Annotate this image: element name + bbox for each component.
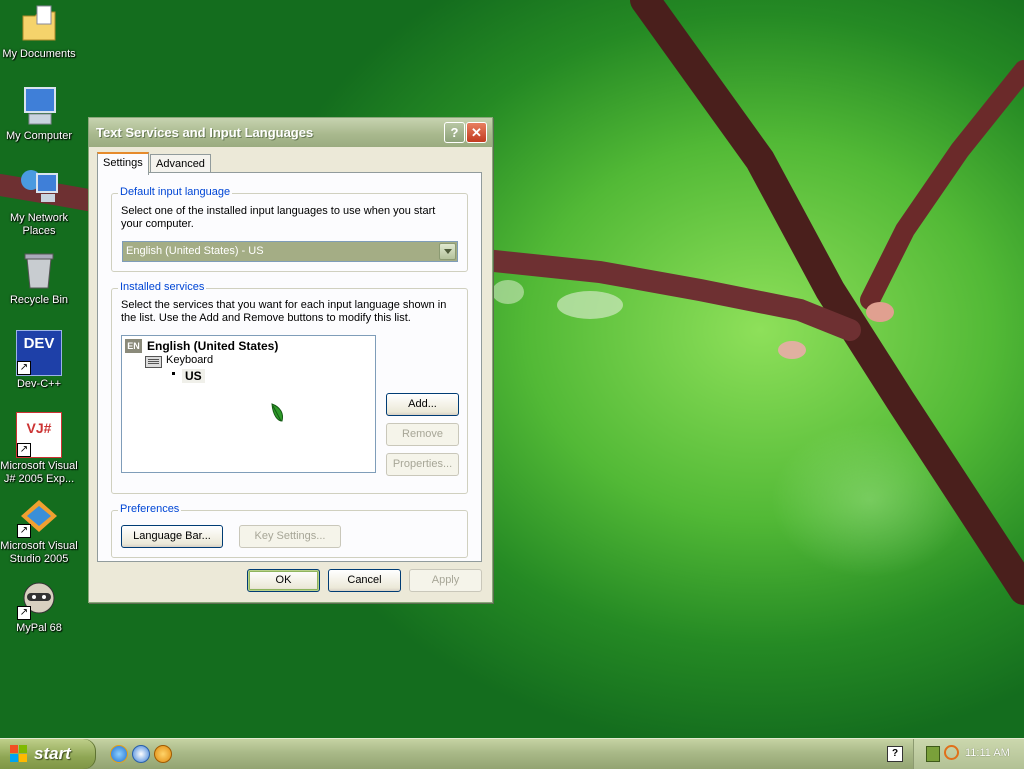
desktop-icon-label: Recycle Bin (9, 294, 69, 306)
desktop-icon-label: My Documents (2, 48, 76, 60)
cancel-button[interactable]: Cancel (328, 569, 401, 592)
dev-cpp-icon: DEV ↗ (16, 330, 62, 376)
tree-item-keyboard[interactable]: Keyboard (166, 354, 213, 366)
preferences-group: Preferences Language Bar... Key Settings… (111, 503, 468, 558)
taskbar: start ? 11:11 AM (0, 738, 1024, 769)
desktop-icon-my-computer[interactable]: My Computer (0, 84, 79, 143)
help-tray-icon[interactable]: ? (887, 746, 903, 762)
bullet-icon (172, 372, 175, 375)
remove-button[interactable]: Remove (386, 423, 459, 446)
chevron-down-icon[interactable] (439, 243, 456, 260)
shortcut-arrow-icon: ↗ (17, 606, 31, 620)
group-title: Preferences (118, 503, 182, 515)
desktop-icon-label: My Network Places (9, 212, 69, 237)
desktop-icon-label: Dev-C++ (16, 378, 62, 390)
keyboard-icon (145, 356, 162, 368)
desktop-icon-label: My Computer (5, 130, 73, 142)
group-title: Default input language (118, 186, 233, 198)
selected-language: English (United States) - US (126, 245, 264, 257)
ok-button[interactable]: OK (247, 569, 320, 592)
default-language-select[interactable]: English (United States) - US (122, 241, 458, 262)
folder-icon (17, 2, 61, 46)
language-tray-icon[interactable] (926, 746, 940, 762)
tab-advanced[interactable]: Advanced (150, 154, 211, 173)
shortcut-arrow-icon: ↗ (17, 443, 31, 457)
clock[interactable]: 11:11 AM (965, 747, 1010, 759)
services-tree[interactable]: EN English (United States) Keyboard US (121, 335, 376, 473)
tree-item-us[interactable]: US (182, 369, 205, 383)
desktop-icon-my-documents[interactable]: My Documents (0, 2, 79, 61)
email-icon[interactable] (132, 745, 150, 763)
language-bar-button[interactable]: Language Bar... (121, 525, 223, 548)
dialog-titlebar[interactable]: Text Services and Input Languages ? ✕ (89, 118, 492, 147)
recycle-bin-icon (17, 248, 61, 292)
system-tray: 11:11 AM (913, 739, 1024, 769)
desktop-icon-label: Microsoft Visual Studio 2005 (0, 540, 78, 565)
desktop-icon-label: MyPal 68 (16, 622, 62, 634)
tree-item-language[interactable]: English (United States) (147, 339, 278, 353)
group-title: Installed services (118, 281, 207, 293)
desktop-icon-label: Microsoft Visual J# 2005 Exp... (0, 460, 78, 485)
text-services-dialog: Text Services and Input Languages ? ✕ Se… (88, 117, 493, 603)
windows-logo-icon (10, 745, 27, 762)
key-settings-button[interactable]: Key Settings... (239, 525, 341, 548)
desktop-icon-mypal[interactable]: ↗ MyPal 68 (0, 576, 79, 635)
desktop-icon-dev-cpp[interactable]: DEV ↗ Dev-C++ (0, 330, 79, 391)
help-button[interactable]: ? (444, 122, 465, 143)
shortcut-arrow-icon: ↗ (17, 524, 31, 538)
desktop-icon-recycle-bin[interactable]: Recycle Bin (0, 248, 79, 307)
network-icon (17, 166, 61, 210)
internet-explorer-icon[interactable] (110, 745, 128, 763)
raccoon-icon: ↗ (17, 576, 61, 620)
group-description: Select the services that you want for ea… (121, 299, 447, 324)
computer-icon (17, 84, 61, 128)
media-player-icon[interactable] (154, 745, 172, 763)
desktop-icon-my-network-places[interactable]: My Network Places (0, 166, 79, 238)
properties-button[interactable]: Properties... (386, 453, 459, 476)
group-description: Select one of the installed input langua… (121, 205, 436, 230)
close-button[interactable]: ✕ (466, 122, 487, 143)
start-label: start (34, 744, 71, 763)
default-input-language-group: Default input language Select one of the… (111, 186, 468, 272)
search-icon[interactable] (944, 745, 959, 760)
settings-panel: Default input language Select one of the… (97, 172, 482, 562)
desktop-icon-visual-studio[interactable]: ↗ Microsoft Visual Studio 2005 (0, 494, 79, 566)
add-button[interactable]: Add... (386, 393, 459, 416)
desktop-icon-visual-jsharp[interactable]: VJ# ↗ Microsoft Visual J# 2005 Exp... (0, 412, 79, 486)
visual-jsharp-icon: VJ# ↗ (16, 412, 62, 458)
apply-button[interactable]: Apply (409, 569, 482, 592)
dialog-title: Text Services and Input Languages (96, 125, 314, 140)
visual-studio-icon: ↗ (17, 494, 61, 538)
installed-services-group: Installed services Select the services t… (111, 281, 468, 494)
leaf-cursor-icon (271, 403, 283, 422)
shortcut-arrow-icon: ↗ (17, 361, 31, 375)
tab-settings[interactable]: Settings (97, 152, 149, 175)
start-button[interactable]: start (0, 739, 96, 769)
language-badge: EN (125, 339, 142, 353)
